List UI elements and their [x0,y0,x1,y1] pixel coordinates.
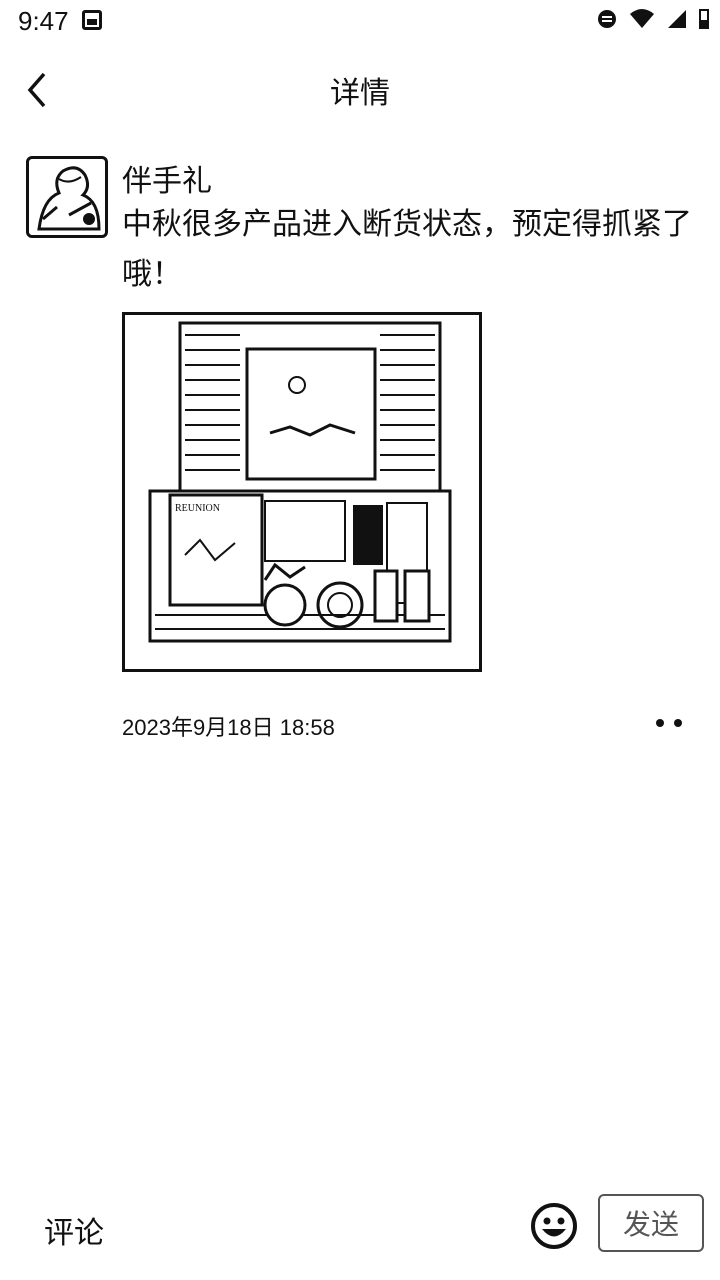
wifi-icon [630,9,654,28]
post-image[interactable]: REUNION [122,312,482,672]
top-bar: 详情 [0,60,720,116]
status-bar: 9:47 [0,0,720,44]
box-label: REUNION [175,503,220,514]
battery-icon [699,9,709,29]
avatar-image [37,166,101,231]
gift-box-photo: REUNION [148,321,452,643]
status-icons [596,8,710,30]
post-timestamp: 2023年9月18日 18:58 [122,715,335,740]
post-author[interactable]: 伴手礼 [122,156,212,200]
comment-input[interactable]: 评论 [44,1208,104,1252]
post-text: 中秋很多产品进入断货状态，预定得抓紧了哦！ [122,207,692,292]
signal-icon [668,10,686,28]
data-saver-icon [598,10,616,28]
gallery-notification-icon [82,10,102,30]
comment-bar: 评论 发送 [0,1194,720,1280]
emoji-smile-icon[interactable] [530,1202,578,1250]
more-dots-icon[interactable] [656,716,682,730]
page-title: 详情 [330,77,390,110]
avatar[interactable] [26,156,108,238]
status-time: 9:47 [18,6,69,36]
send-button[interactable]: 发送 [598,1194,704,1252]
